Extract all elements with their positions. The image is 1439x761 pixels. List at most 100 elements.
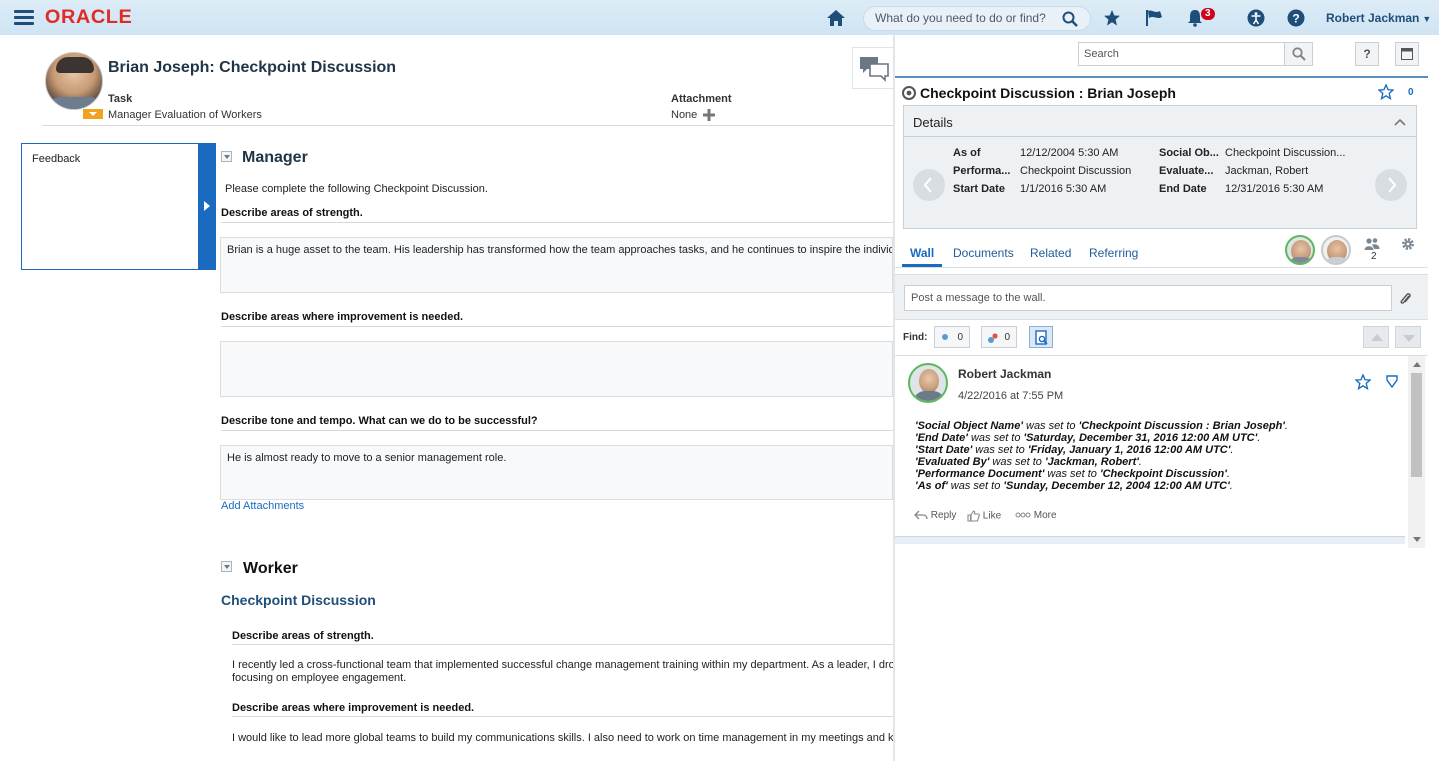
detail-value: Checkpoint Discussion bbox=[1020, 165, 1132, 177]
checkpoint-content-pane: Brian Joseph: Checkpoint Discussion Task… bbox=[12, 35, 893, 761]
notification-count-badge: 3 bbox=[1201, 8, 1215, 20]
social-object-icon bbox=[902, 86, 916, 100]
gear-icon[interactable] bbox=[1401, 237, 1415, 251]
home-icon[interactable] bbox=[826, 9, 846, 27]
detail-key: Social Ob... bbox=[1159, 147, 1219, 159]
post-author[interactable]: Robert Jackman bbox=[958, 367, 1051, 381]
manager-collapse-icon[interactable] bbox=[221, 151, 232, 162]
post-line: 'Social Object Name' was set to 'Checkpo… bbox=[915, 420, 1288, 432]
navigator-menu-icon[interactable] bbox=[14, 10, 34, 26]
post-body: 'Social Object Name' was set to 'Checkpo… bbox=[915, 420, 1288, 492]
find-people-filter[interactable]: 0 bbox=[981, 326, 1017, 348]
scroll-up-arrow[interactable] bbox=[1413, 362, 1421, 367]
post-line: 'Start Date' was set to 'Friday, January… bbox=[915, 444, 1234, 456]
detail-value: 12/31/2016 5:30 AM bbox=[1225, 183, 1324, 195]
manager-improvement-textarea[interactable] bbox=[220, 341, 893, 397]
social-search-box bbox=[1078, 42, 1313, 66]
user-menu[interactable]: Robert Jackman ▼ bbox=[1326, 11, 1431, 25]
add-attachments-link[interactable]: Add Attachments bbox=[221, 500, 304, 512]
manager-strength-textarea[interactable]: Brian is a huge asset to the team. His l… bbox=[220, 237, 893, 293]
task-value: Manager Evaluation of Workers bbox=[108, 109, 262, 121]
post-author-avatar[interactable] bbox=[908, 363, 948, 403]
worker-strength-answer-line2: focusing on employee engagement. bbox=[232, 672, 407, 684]
attach-paperclip-icon[interactable] bbox=[1400, 292, 1412, 306]
thumbs-up-icon bbox=[967, 510, 980, 522]
question-divider bbox=[232, 716, 893, 717]
next-post-separator bbox=[895, 536, 1405, 544]
triangle-up-icon bbox=[1371, 334, 1383, 341]
conversation-toggle-button[interactable] bbox=[852, 47, 894, 89]
search-icon bbox=[1292, 47, 1306, 61]
details-heading: Details bbox=[913, 115, 953, 130]
avatar-menu-dropdown-icon[interactable] bbox=[83, 109, 103, 119]
manager-tone-textarea[interactable]: He is almost ready to move to a senior m… bbox=[220, 445, 893, 500]
feedback-expand-tab[interactable] bbox=[198, 143, 216, 270]
chevron-up-icon[interactable] bbox=[1394, 118, 1406, 126]
scroll-thumb[interactable] bbox=[1411, 373, 1422, 477]
tab-referring[interactable]: Referring bbox=[1089, 246, 1138, 260]
detail-value: 12/12/2004 5:30 AM bbox=[1020, 147, 1119, 159]
tab-documents[interactable]: Documents bbox=[953, 246, 1014, 260]
social-help-button[interactable]: ? bbox=[1355, 42, 1379, 66]
oracle-logo[interactable]: ORACLE bbox=[45, 7, 132, 29]
feedback-panel[interactable]: Feedback bbox=[21, 143, 200, 270]
worker-improvement-answer: I would like to lead more global teams t… bbox=[232, 732, 893, 744]
maximize-window-button[interactable] bbox=[1395, 42, 1419, 66]
find-messages-filter[interactable]: 0 bbox=[934, 326, 970, 348]
feed-scrollbar[interactable] bbox=[1408, 356, 1425, 548]
members-icon[interactable] bbox=[1364, 237, 1380, 251]
post-tag-icon[interactable] bbox=[1386, 375, 1398, 388]
global-header: ORACLE 3 ? Robert Jackman▼ bbox=[0, 0, 1439, 35]
accessibility-icon[interactable] bbox=[1247, 9, 1265, 27]
manager-question-label: Describe tone and tempo. What can we do … bbox=[221, 415, 538, 427]
find-document-filter[interactable] bbox=[1029, 326, 1053, 348]
post-message-input[interactable] bbox=[911, 292, 1381, 304]
previous-result-button[interactable] bbox=[1363, 326, 1389, 348]
detail-value: Jackman, Robert bbox=[1225, 165, 1309, 177]
follow-star-icon[interactable] bbox=[1378, 84, 1394, 100]
tab-related[interactable]: Related bbox=[1030, 246, 1071, 260]
members-count: 2 bbox=[1371, 251, 1377, 262]
social-search-button[interactable] bbox=[1284, 43, 1312, 65]
people-filter-icon bbox=[988, 333, 998, 343]
next-result-button[interactable] bbox=[1395, 326, 1421, 348]
favorites-star-icon[interactable] bbox=[1103, 9, 1121, 27]
social-panel: ? Checkpoint Discussion : Brian Joseph 0… bbox=[895, 35, 1428, 761]
reply-action[interactable]: Reply bbox=[914, 510, 956, 521]
search-icon[interactable] bbox=[1062, 11, 1078, 27]
more-dots-icon bbox=[1015, 512, 1031, 518]
member-avatar[interactable] bbox=[1285, 235, 1315, 265]
post-timestamp: 4/22/2016 at 7:55 PM bbox=[958, 390, 1064, 402]
question-divider bbox=[221, 222, 893, 223]
post-star-icon[interactable] bbox=[1355, 374, 1371, 390]
manager-intro-text: Please complete the following Checkpoint… bbox=[225, 183, 488, 195]
question-divider bbox=[232, 644, 893, 645]
reply-icon bbox=[914, 510, 928, 520]
help-icon[interactable]: ? bbox=[1287, 9, 1305, 27]
global-search-input[interactable] bbox=[875, 11, 1055, 25]
detail-key: Performa... bbox=[953, 165, 1011, 177]
detail-key: As of bbox=[953, 147, 981, 159]
manager-tone-answer: He is almost ready to move to a senior m… bbox=[227, 452, 507, 464]
detail-value: Checkpoint Discussion... bbox=[1225, 147, 1346, 159]
worker-collapse-icon[interactable] bbox=[221, 561, 232, 572]
details-prev-button[interactable] bbox=[913, 169, 945, 201]
more-action[interactable]: More bbox=[1015, 510, 1057, 521]
like-action[interactable]: Like bbox=[967, 510, 1001, 522]
member-avatar[interactable] bbox=[1321, 235, 1351, 265]
message-dot-icon bbox=[942, 334, 948, 340]
like-label: Like bbox=[982, 510, 1002, 522]
watchlist-flag-icon[interactable] bbox=[1145, 9, 1165, 27]
header-divider bbox=[42, 125, 893, 126]
social-search-input[interactable] bbox=[1084, 48, 1284, 60]
details-panel: Details As of 12/12/2004 5:30 AM Perform… bbox=[903, 105, 1417, 229]
detail-key: Start Date bbox=[953, 183, 1005, 195]
add-attachment-plus-icon[interactable] bbox=[703, 109, 716, 122]
details-next-button[interactable] bbox=[1375, 169, 1407, 201]
attachment-value: None bbox=[671, 109, 698, 121]
scroll-down-arrow[interactable] bbox=[1413, 537, 1421, 542]
tab-wall[interactable]: Wall bbox=[910, 246, 934, 260]
worker-question-label: Describe areas of strength. bbox=[232, 630, 374, 642]
find-label: Find: bbox=[903, 332, 928, 343]
triangle-down-icon bbox=[1403, 335, 1415, 342]
